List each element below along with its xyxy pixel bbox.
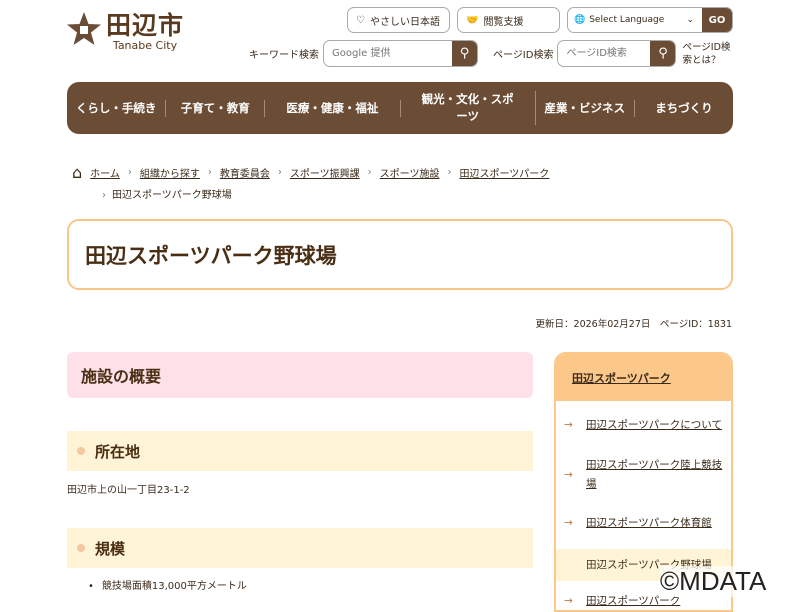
search-icon[interactable]: ⚲ xyxy=(452,41,477,66)
breadcrumb: ⌂ ホーム › 組織から探す › 教育委員会 › スポーツ振興課 › スポーツ施設 › 田… xyxy=(72,163,550,182)
update-info: 更新日：2026年02月27日 ページID：1831 xyxy=(535,319,732,330)
accessibility-label: 閲覧支援 xyxy=(483,16,524,28)
location-heading: 所在地 xyxy=(67,431,533,471)
breadcrumb-link[interactable]: 田辺スポーツパーク xyxy=(459,165,549,180)
location-heading-text: 所在地 xyxy=(95,442,141,461)
language-label: Select Language xyxy=(589,15,665,25)
breadcrumb-link[interactable]: ホーム xyxy=(90,165,120,180)
nav-item[interactable]: くらし・手続き xyxy=(67,99,167,117)
accessibility-button[interactable]: 🤝 閲覧支援 xyxy=(457,7,560,33)
sidebar-title-link[interactable]: 田辺スポーツパーク xyxy=(572,370,671,386)
easy-japanese-label: やさしい日本語 xyxy=(369,16,440,28)
keyword-search-input[interactable] xyxy=(324,41,452,66)
scale-list-item: 競技場面積13,000平方メートル xyxy=(88,577,247,592)
pageid-search-input[interactable] xyxy=(558,41,651,66)
search-icon[interactable]: ⚲ xyxy=(650,41,676,66)
pageid-help-link[interactable]: ページID検索とは？ xyxy=(682,41,732,67)
sidebar-link[interactable]: 田辺スポーツパークについて xyxy=(586,416,722,435)
location-text: 田辺市上の山一丁目23-1-2 xyxy=(67,485,190,496)
logo-subtext: Tanabe City xyxy=(112,39,178,52)
scale-heading-text: 規模 xyxy=(95,539,126,558)
breadcrumb-link[interactable]: スポーツ振興課 xyxy=(290,165,360,180)
star-logo-icon xyxy=(67,12,101,45)
watermark: ©MDATA xyxy=(660,566,767,597)
breadcrumb-link[interactable]: 教育委員会 xyxy=(220,165,270,180)
sidebar-link[interactable]: 田辺スポーツパーク陸上競技場 xyxy=(586,456,725,494)
nav-item[interactable]: 観光・文化・スポーツ xyxy=(401,91,536,125)
scale-heading: 規模 xyxy=(67,528,533,568)
global-nav: くらし・手続き 子育て・教育 医療・健康・福祉 観光・文化・スポーツ 産業・ビジ… xyxy=(67,82,733,134)
nav-item[interactable]: まちづくり xyxy=(635,100,733,117)
sidebar-link[interactable]: 田辺スポーツパーク体育館 xyxy=(586,514,712,533)
nav-item[interactable]: 子育て・教育 xyxy=(166,99,266,117)
nav-item[interactable]: 産業・ビジネス xyxy=(536,99,635,117)
heart-icon: ♡ xyxy=(356,14,365,26)
section-heading: 施設の概要 xyxy=(67,352,533,398)
page-title: 田辺スポーツパーク野球場 xyxy=(67,219,733,290)
breadcrumb-link[interactable]: 組織から探す xyxy=(140,165,200,180)
breadcrumb-link[interactable]: スポーツ施設 xyxy=(380,165,440,180)
keyword-search-label: キーワード検索 xyxy=(249,50,319,61)
language-select[interactable]: 🌐 Select Language ⌄ GO xyxy=(567,7,733,33)
arrow-right-icon: → xyxy=(564,418,573,431)
home-icon: ⌂ xyxy=(72,163,83,182)
language-go-button[interactable]: GO xyxy=(702,8,732,32)
easy-japanese-button[interactable]: ♡ やさしい日本語 xyxy=(347,7,450,33)
nav-item[interactable]: 医療・健康・福祉 xyxy=(265,99,401,117)
handshake-icon: 🤝 xyxy=(466,14,479,26)
arrow-right-icon: → xyxy=(564,468,573,481)
bullet-dot-icon xyxy=(77,544,85,552)
globe-icon: 🌐 xyxy=(574,15,586,25)
chevron-down-icon: ⌄ xyxy=(686,15,694,25)
breadcrumb-current: 田辺スポーツパーク野球場 xyxy=(112,190,232,201)
bullet-dot-icon xyxy=(77,447,85,455)
logo-text: 田辺市 xyxy=(106,11,185,40)
arrow-right-icon: → xyxy=(564,516,573,529)
arrow-right-icon: → xyxy=(564,594,573,607)
pageid-search-label: ページID検索 xyxy=(493,50,554,61)
site-logo[interactable]: 田辺市 Tanabe City xyxy=(66,6,184,52)
